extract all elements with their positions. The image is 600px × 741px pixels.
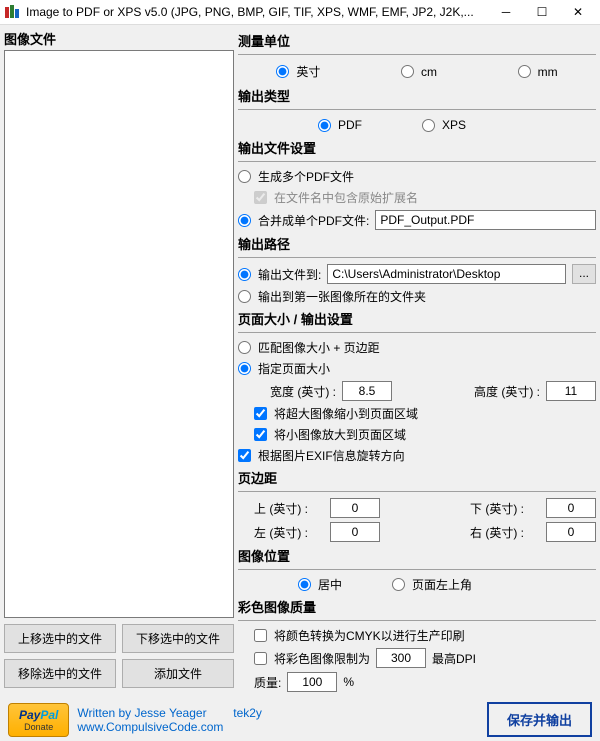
add-button[interactable]: 添加文件 — [122, 659, 234, 688]
cmyk-check[interactable]: 将颜色转换为CMYK以进行生产印刷 — [254, 625, 596, 646]
site-link[interactable]: www.CompulsiveCode.com — [77, 720, 223, 734]
browse-button[interactable]: ... — [572, 264, 596, 284]
margin-right-input[interactable] — [546, 522, 596, 542]
shrink-check[interactable]: 将超大图像缩小到页面区域 — [254, 403, 596, 424]
match-image-radio[interactable]: 匹配图像大小 + 页边距 — [238, 337, 596, 358]
enlarge-check[interactable]: 将小图像放大到页面区域 — [254, 424, 596, 445]
move-up-button[interactable]: 上移选中的文件 — [4, 624, 116, 653]
output-path-input[interactable] — [327, 264, 566, 284]
remove-button[interactable]: 移除选中的文件 — [4, 659, 116, 688]
title-text: Image to PDF or XPS v5.0 (JPG, PNG, BMP,… — [26, 5, 488, 19]
dpi-input[interactable] — [376, 648, 426, 668]
center-radio[interactable]: 居中 — [298, 576, 342, 593]
quality-label: 质量: — [254, 674, 281, 691]
unit-inch-radio[interactable]: 英寸 — [276, 63, 320, 80]
unit-mm-radio[interactable]: mm — [518, 65, 558, 79]
dpi-label: 最高DPI — [432, 650, 476, 667]
titlebar: Image to PDF or XPS v5.0 (JPG, PNG, BMP,… — [0, 0, 600, 25]
exif-check[interactable]: 根据图片EXIF信息旋转方向 — [238, 445, 596, 466]
pct-label: % — [343, 675, 354, 689]
credits: Written by Jesse Yeager tek2y www.Compul… — [77, 706, 262, 734]
height-label: 高度 (英寸) : — [474, 383, 540, 400]
save-output-button[interactable]: 保存并输出 — [487, 702, 592, 737]
topleft-radio[interactable]: 页面左上角 — [392, 576, 472, 593]
merge-pdf-radio[interactable]: 合并成单个PDF文件: — [238, 212, 369, 229]
close-button[interactable]: ✕ — [560, 0, 596, 24]
app-icon — [4, 4, 20, 20]
out-type-title: 输出类型 — [238, 86, 596, 105]
img-pos-title: 图像位置 — [238, 546, 596, 565]
out-path-title: 输出路径 — [238, 234, 596, 253]
move-down-button[interactable]: 下移选中的文件 — [122, 624, 234, 653]
margin-bottom-input[interactable] — [546, 498, 596, 518]
maximize-button[interactable]: ☐ — [524, 0, 560, 24]
width-input[interactable] — [342, 381, 392, 401]
output-pdf-radio[interactable]: PDF — [318, 118, 362, 132]
image-files-list[interactable] — [4, 50, 234, 618]
image-files-title: 图像文件 — [4, 29, 234, 48]
unit-cm-radio[interactable]: cm — [401, 65, 437, 79]
output-filename-input[interactable] — [375, 210, 596, 230]
margin-right-label: 右 (英寸) : — [470, 524, 540, 541]
specify-size-radio[interactable]: 指定页面大小 — [238, 358, 596, 379]
first-image-folder-radio[interactable]: 输出到第一张图像所在的文件夹 — [238, 286, 596, 307]
out-file-title: 输出文件设置 — [238, 138, 596, 157]
margin-top-label: 上 (英寸) : — [254, 500, 324, 517]
unit-title: 测量单位 — [238, 31, 596, 50]
minimize-button[interactable]: ─ — [488, 0, 524, 24]
author-link[interactable]: tek2y — [233, 706, 262, 720]
margin-left-label: 左 (英寸) : — [254, 524, 324, 541]
margins-title: 页边距 — [238, 468, 596, 487]
include-ext-check: 在文件名中包含原始扩展名 — [254, 187, 596, 208]
page-size-title: 页面大小 / 输出设置 — [238, 309, 596, 328]
margin-top-input[interactable] — [330, 498, 380, 518]
height-input[interactable] — [546, 381, 596, 401]
dpi-limit-check[interactable]: 将彩色图像限制为 — [254, 650, 370, 667]
margin-left-input[interactable] — [330, 522, 380, 542]
width-label: 宽度 (英寸) : — [270, 383, 336, 400]
quality-input[interactable] — [287, 672, 337, 692]
paypal-donate-button[interactable]: PayPalDonate — [8, 703, 69, 737]
multi-pdf-radio[interactable]: 生成多个PDF文件 — [238, 166, 596, 187]
output-xps-radio[interactable]: XPS — [422, 118, 466, 132]
output-to-radio[interactable]: 输出文件到: — [238, 266, 321, 283]
margin-bottom-label: 下 (英寸) : — [470, 500, 540, 517]
color-title: 彩色图像质量 — [238, 597, 596, 616]
